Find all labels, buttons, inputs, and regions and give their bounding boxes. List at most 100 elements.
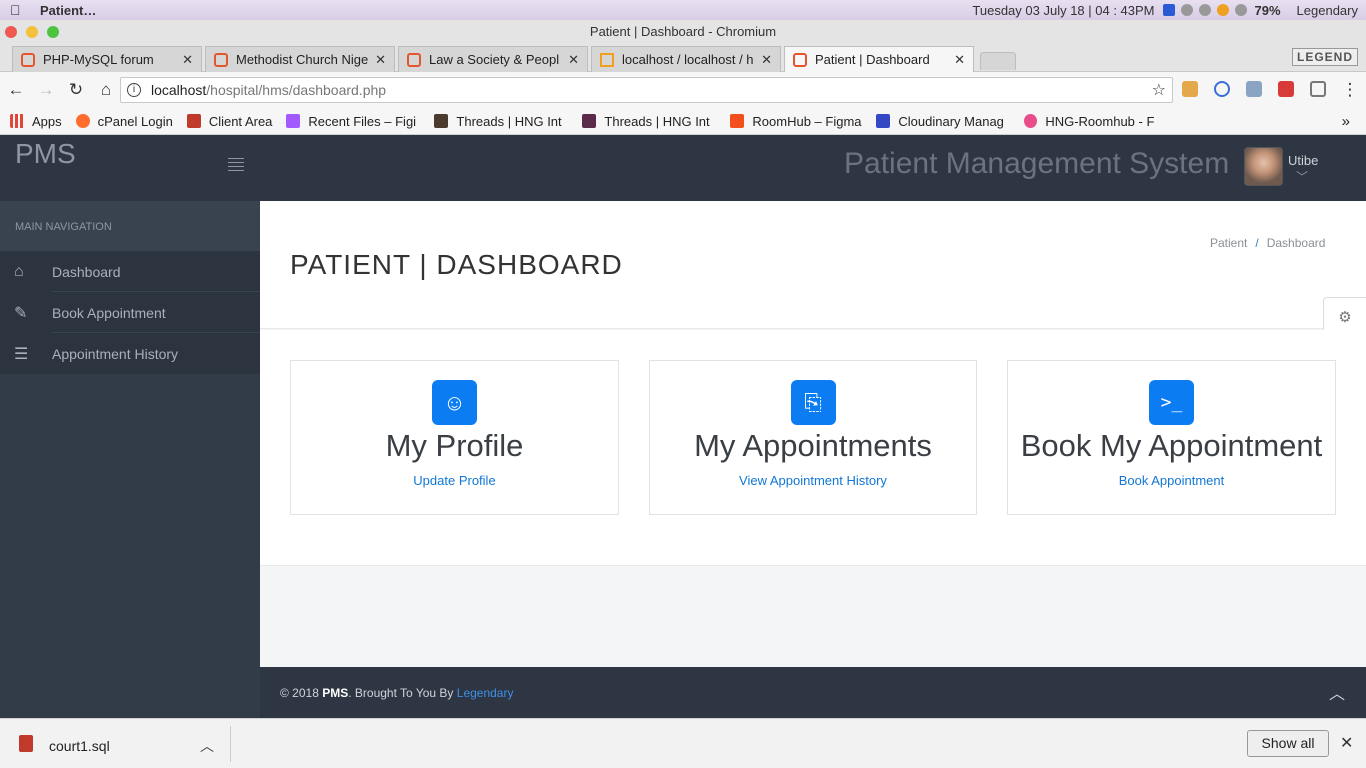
file-icon: [19, 735, 33, 752]
tab-label: Patient | Dashboard: [815, 52, 930, 67]
tab-label: Law a Society & Peopl: [429, 52, 560, 67]
apple-icon[interactable]: : [10, 2, 26, 18]
new-tab-button[interactable]: [980, 52, 1016, 70]
bookmark-item[interactable]: cPanel Login: [75, 114, 173, 129]
site-info-icon[interactable]: i: [127, 83, 141, 97]
bookmark-apps[interactable]: Apps: [10, 114, 62, 129]
hash-icon: [434, 114, 449, 128]
bookmark-label: Client Area: [208, 113, 273, 129]
browser-tab-active[interactable]: Patient | Dashboard ✕: [784, 46, 974, 72]
tray-media-icon[interactable]: [1216, 4, 1229, 16]
bookmarks-overflow-icon[interactable]: »: [1342, 113, 1350, 130]
browser-tab[interactable]: PHP-MySQL forum ✕: [12, 46, 202, 72]
bookmark-item[interactable]: RoomHub – Figma: [730, 114, 868, 129]
avatar[interactable]: [1244, 147, 1283, 186]
home-icon[interactable]: ⌂: [92, 80, 120, 100]
bookmark-item[interactable]: Threads | HNG Int: [434, 114, 574, 129]
profile-badge[interactable]: LEGEND: [1291, 48, 1358, 66]
browser-tab[interactable]: Methodist Church Nige ✕: [205, 46, 395, 72]
hash-icon: [582, 114, 597, 128]
bookmarks-bar: Apps cPanel Login Client Area Recent Fil…: [0, 108, 1366, 135]
show-all-button[interactable]: Show all: [1247, 730, 1329, 757]
os-app-name[interactable]: Patient…: [40, 3, 96, 18]
window-title: Patient | Dashboard - Chromium: [589, 24, 777, 39]
bookmark-label: Cloudinary Manag: [898, 113, 1004, 129]
tab-close-icon[interactable]: ✕: [182, 52, 193, 68]
menu-kebab-icon[interactable]: ⋮: [1336, 80, 1364, 100]
scroll-to-top-icon[interactable]: ︿: [1329, 680, 1345, 704]
extension-icon[interactable]: [1310, 81, 1326, 97]
system-name: Patient Management System: [844, 147, 1230, 180]
chevron-up-icon[interactable]: ︿: [200, 736, 214, 756]
tab-favicon-icon: [407, 52, 421, 67]
brand-logo[interactable]: PMS: [15, 138, 76, 170]
battery-icon[interactable]: [1234, 4, 1247, 16]
tab-label: PHP-MySQL forum: [43, 52, 154, 67]
extension-icon[interactable]: [1182, 81, 1198, 97]
sidebar-item-label: Dashboard: [52, 263, 121, 280]
tray-gear-icon[interactable]: [1198, 4, 1211, 16]
browser-tab[interactable]: localhost / localhost / h ✕: [591, 46, 781, 72]
card-title: Book My Appointment: [1020, 428, 1323, 463]
tab-close-icon[interactable]: ✕: [954, 52, 965, 68]
breadcrumb-current: Dashboard: [1266, 236, 1326, 250]
shield-extension-icon[interactable]: [1278, 81, 1294, 97]
bookmark-item[interactable]: Recent Files – Figi: [286, 114, 426, 129]
home-icon: ⌂: [14, 262, 24, 280]
tab-close-icon[interactable]: ✕: [761, 52, 772, 68]
phpmyadmin-favicon-icon: [600, 52, 614, 67]
view-appointment-history-link[interactable]: View Appointment History: [650, 473, 976, 488]
sidebar-item-book-appointment[interactable]: ✎ Book Appointment: [0, 292, 260, 333]
update-profile-link[interactable]: Update Profile: [291, 473, 618, 488]
maximize-window-button[interactable]: [47, 26, 59, 38]
system-tray: [1162, 4, 1247, 16]
sidebar-item-label: Book Appointment: [52, 304, 166, 321]
bookmark-item[interactable]: Client Area: [186, 113, 273, 129]
hamburger-menu-icon[interactable]: [228, 158, 244, 171]
tray-app-icon[interactable]: [1162, 4, 1175, 16]
browser-tab[interactable]: Law a Society & Peopl ✕: [398, 46, 588, 72]
bookmark-item[interactable]: Cloudinary Manag: [876, 114, 1016, 129]
book-appointment-link[interactable]: Book Appointment: [1008, 473, 1335, 488]
os-clock[interactable]: Tuesday 03 July 18 | 04 : 43PM: [972, 3, 1154, 18]
breadcrumb-item[interactable]: Patient: [1210, 236, 1247, 250]
close-icon[interactable]: ✕: [1340, 733, 1353, 753]
bookmark-label: Apps: [32, 113, 62, 129]
bookmark-item[interactable]: Threads | HNG Int: [582, 114, 722, 129]
tab-label: localhost / localhost / h: [622, 52, 754, 67]
sidebar-item-dashboard[interactable]: ⌂ Dashboard: [0, 251, 260, 292]
forward-arrow-icon[interactable]: →: [32, 80, 60, 100]
dribbble-icon: [1024, 114, 1038, 128]
sync-extension-icon[interactable]: [1214, 81, 1230, 97]
tab-close-icon[interactable]: ✕: [568, 52, 579, 68]
footer-brand: PMS: [322, 686, 349, 700]
tray-shield-icon[interactable]: [1180, 4, 1193, 16]
back-arrow-icon[interactable]: ←: [2, 80, 30, 100]
bookmark-star-icon[interactable]: ☆: [1152, 80, 1166, 100]
reload-icon[interactable]: ↻: [62, 80, 90, 100]
sidebar-item-appointment-history[interactable]: ☰ Appointment History: [0, 333, 260, 374]
chevron-down-icon[interactable]: ﹀: [1296, 168, 1308, 185]
figma-icon: [286, 114, 301, 128]
tab-favicon-icon: [214, 52, 228, 67]
os-user-name[interactable]: Legendary: [1297, 3, 1358, 18]
divider: [230, 726, 231, 762]
user-name[interactable]: Utibe: [1288, 153, 1318, 168]
tab-favicon-icon: [21, 52, 35, 67]
minimize-window-button[interactable]: [26, 26, 38, 38]
address-bar[interactable]: i localhost/hospital/hms/dashboard.php ☆: [120, 77, 1173, 103]
close-window-button[interactable]: [5, 26, 17, 38]
download-file-name[interactable]: court1.sql: [49, 738, 110, 754]
tab-close-icon[interactable]: ✕: [375, 52, 386, 68]
cpanel-icon: [75, 114, 90, 128]
download-extension-icon[interactable]: [1246, 81, 1262, 97]
sidebar-item-label: Appointment History: [52, 345, 179, 362]
bookmark-item[interactable]: HNG-Roomhub - F: [1024, 114, 1154, 129]
url-host: localhost: [151, 82, 207, 98]
edit-icon: ✎: [14, 304, 28, 322]
browser-toolbar: ← → ↻ ⌂ i localhost/hospital/hms/dashboa…: [0, 72, 1366, 108]
footer-author-link[interactable]: Legendary: [457, 686, 514, 700]
tab-label: Methodist Church Nige: [236, 52, 369, 67]
sidebar-heading: MAIN NAVIGATION: [0, 201, 260, 251]
bookmark-label: RoomHub – Figma: [752, 113, 862, 129]
